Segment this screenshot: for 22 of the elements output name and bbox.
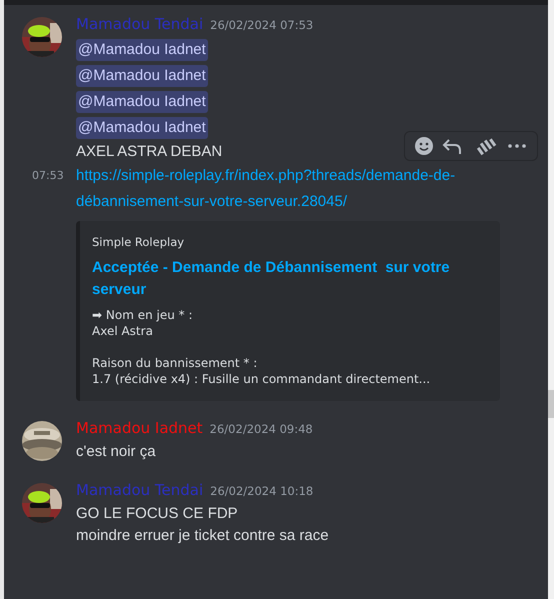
author-name[interactable]: Mamadou Iadnet — [76, 419, 203, 437]
scrollbar-thumb[interactable] — [548, 390, 554, 418]
message-text: GO LE FOCUS CE FDP — [76, 505, 238, 522]
message-timestamp: 26/02/2024 07:53 — [210, 18, 314, 32]
field-label: Raison du bannissement * : — [92, 355, 258, 371]
message-time: 07:53 — [32, 168, 64, 184]
field-value: 1.7 (récidive x4) : Fusille un commandant directement... — [92, 371, 432, 387]
user-mention[interactable]: @Mamadou Iadnet — [76, 65, 208, 87]
message-text: AXEL ASTRA DEBAN — [76, 143, 222, 160]
user-mention[interactable]: @Mamadou Iadnet — [76, 117, 208, 139]
emoji-icon[interactable] — [413, 135, 435, 157]
message-text: c'est noir ça — [76, 443, 156, 460]
message-link[interactable]: https://simple-roleplay.fr/index.php?threads/demande-de-débannisement-sur-votre-serveur.28045/ — [76, 163, 508, 215]
embed-provider: Simple Roleplay — [92, 235, 186, 249]
embed-title[interactable]: Acceptée - Demande de Débannisement sur votre serveur — [92, 257, 484, 301]
field-label: ➡ Nom en jeu * : — [92, 307, 194, 323]
user-mention[interactable]: @Mamadou Iadnet — [76, 91, 208, 113]
user-mention[interactable]: @Mamadou Iadnet — [76, 39, 208, 61]
field-value: Axel Astra — [92, 323, 154, 339]
message-timestamp: 26/02/2024 09:48 — [210, 422, 313, 436]
message-timestamp: 26/02/2024 10:18 — [210, 484, 314, 498]
message-text: moindre erruer je ticket contre sa race — [76, 527, 329, 544]
